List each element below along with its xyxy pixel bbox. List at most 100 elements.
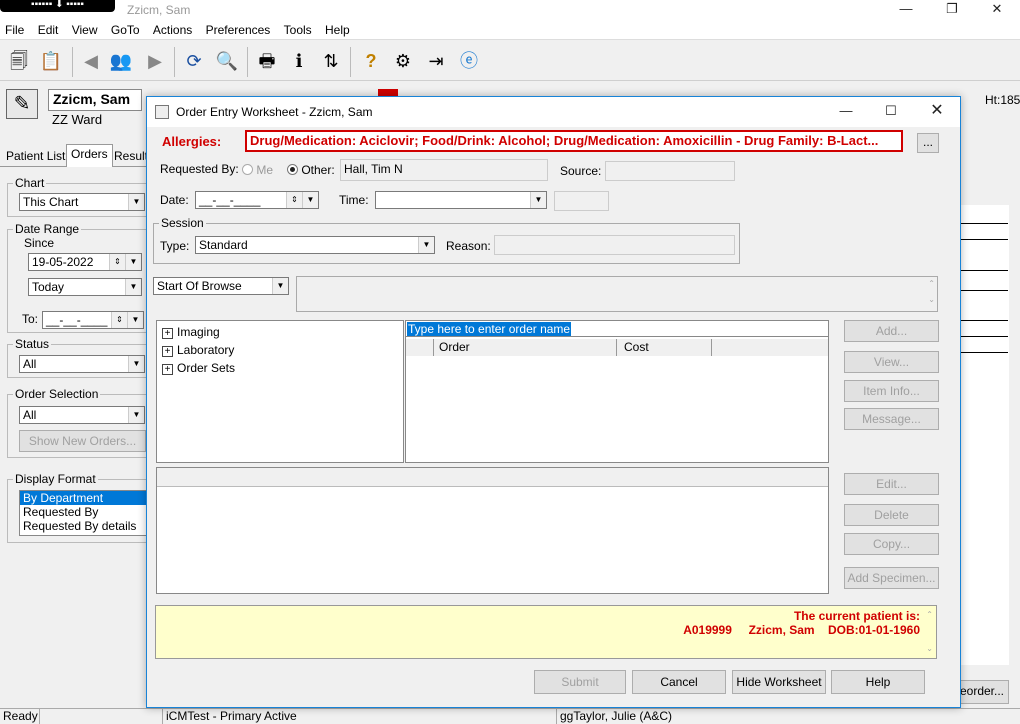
delete-button[interactable]: Delete <box>844 504 939 526</box>
print-icon[interactable]: 🖶 <box>254 49 280 75</box>
status-select[interactable]: All ▼ <box>19 355 145 373</box>
date-field[interactable]: __-__-____ ⇕ ▼ <box>195 191 319 209</box>
reorder-button[interactable]: eorder... <box>955 680 1009 704</box>
selected-orders-header <box>157 468 828 487</box>
patient-chart-icon[interactable]: 📋 <box>38 49 64 75</box>
add-specimen-button[interactable]: Add Specimen... <box>844 567 939 589</box>
scroll-up-icon[interactable]: ⌃ <box>926 610 933 619</box>
display-format-list[interactable]: By Department Requested By Requested By … <box>19 490 147 536</box>
column-header-blank <box>406 339 434 356</box>
radio-other[interactable]: Other: <box>287 163 335 177</box>
menu-goto[interactable]: GoTo <box>106 20 145 37</box>
chevron-down-icon: ▼ <box>125 279 141 295</box>
menu-preferences[interactable]: Preferences <box>201 20 276 37</box>
cancel-button[interactable]: Cancel <box>632 670 726 694</box>
menu-actions[interactable]: Actions <box>148 20 197 37</box>
back-arrow-icon[interactable]: ◀ <box>78 49 104 75</box>
period-select[interactable]: Today ▼ <box>28 278 142 296</box>
add-button[interactable]: Add... <box>844 320 939 342</box>
list-item[interactable]: By Department <box>20 491 146 505</box>
browse-select[interactable]: Start Of Browse ▼ <box>153 277 289 295</box>
search-icon[interactable]: 🔍 <box>214 49 240 75</box>
spin-icon[interactable]: ⇕ <box>111 312 127 328</box>
view-button[interactable]: View... <box>844 351 939 373</box>
since-date-field[interactable]: 19-05-2022 ⇕ ▼ <box>28 253 142 271</box>
status-empty <box>39 709 162 724</box>
refresh-icon[interactable]: ⟳ <box>181 49 207 75</box>
column-header-cost[interactable]: Cost <box>617 339 712 356</box>
tab-orders[interactable]: Orders <box>66 144 113 167</box>
exit-icon[interactable]: ⇥ <box>423 49 449 75</box>
tree-item-order-sets[interactable]: + Order Sets <box>162 361 235 375</box>
copy-button[interactable]: Copy... <box>844 533 939 555</box>
spin-icon[interactable]: ⇕ <box>286 192 302 208</box>
chevron-down-icon[interactable]: ▼ <box>127 312 143 328</box>
show-new-orders-button[interactable]: Show New Orders... <box>19 430 146 452</box>
chart-select[interactable]: This Chart ▼ <box>19 193 145 211</box>
order-search-input[interactable]: Type here to enter order name <box>407 322 572 336</box>
sort-icon[interactable]: ⇅ <box>318 49 344 75</box>
info-icon[interactable]: ℹ <box>286 49 312 75</box>
date-range-label: Date Range <box>13 222 82 236</box>
expand-icon[interactable]: + <box>162 364 173 375</box>
order-list-panel: Type here to enter order name Order Cost <box>405 320 829 463</box>
dialog-minimize-button[interactable]: — <box>823 102 869 122</box>
menu-help[interactable]: Help <box>320 20 355 37</box>
item-info-button[interactable]: Item Info... <box>844 380 939 402</box>
message-button[interactable]: Message... <box>844 408 939 430</box>
hide-worksheet-button[interactable]: Hide Worksheet <box>732 670 826 694</box>
date-label: Date: <box>160 193 189 207</box>
source-field <box>605 161 735 181</box>
list-item[interactable]: Requested By <box>20 505 146 519</box>
reason-field <box>494 235 735 255</box>
edit-button[interactable]: Edit... <box>844 473 939 495</box>
patient-list-icon[interactable]: 🗐 <box>6 49 32 75</box>
main-titlebar: ▪▪▪▪▪▪ ⬇ ▪▪▪▪▪ Zzicm, Sam — ❐ ✕ <box>0 0 1020 20</box>
submit-button[interactable]: Submit <box>534 670 626 694</box>
to-date-field[interactable]: __-__-____ ⇕ ▼ <box>42 311 144 329</box>
allergies-more-button[interactable]: ... <box>917 133 939 153</box>
tree-item-imaging[interactable]: + Imaging <box>162 325 220 339</box>
list-item[interactable]: Requested By details <box>20 519 146 533</box>
chevron-down-icon[interactable]: ▼ <box>302 192 318 208</box>
type-value: Standard <box>199 238 248 252</box>
help-icon[interactable]: ? <box>358 49 384 75</box>
people-icon[interactable]: 👥 <box>108 49 134 75</box>
restore-button[interactable]: ❐ <box>929 0 975 20</box>
column-header-order[interactable]: Order <box>434 339 617 356</box>
order-selection-select[interactable]: All ▼ <box>19 406 145 424</box>
category-tree: + Imaging + Laboratory + Order Sets <box>156 320 404 463</box>
forward-arrow-icon[interactable]: ▶ <box>142 49 168 75</box>
patient-note-icon[interactable]: ✎ <box>6 89 38 119</box>
tools-icon[interactable]: ⚙ <box>390 49 416 75</box>
chevron-down-icon: ▼ <box>128 356 144 372</box>
expand-icon[interactable]: + <box>162 346 173 357</box>
radio-me[interactable]: Me <box>242 163 273 177</box>
scroll-down-icon[interactable]: ⌄ <box>928 295 935 304</box>
background-grid <box>961 205 1009 665</box>
status-label: Status <box>13 337 52 351</box>
menu-tools[interactable]: Tools <box>279 20 317 37</box>
tab-patient-list[interactable]: Patient List <box>2 147 69 165</box>
allergies-label: Allergies: <box>162 134 222 149</box>
menu-file[interactable]: File <box>0 20 29 37</box>
chevron-down-icon: ▼ <box>128 194 144 210</box>
dialog-titlebar: Order Entry Worksheet - Zzicm, Sam — ☐ ✕ <box>147 97 960 127</box>
help-button[interactable]: Help <box>831 670 925 694</box>
browser-icon[interactable]: ⓔ <box>456 49 482 75</box>
close-button[interactable]: ✕ <box>974 0 1020 20</box>
type-select[interactable]: Standard ▼ <box>195 236 435 254</box>
scroll-down-icon[interactable]: ⌄ <box>926 644 933 653</box>
scroll-up-icon[interactable]: ⌃ <box>928 279 935 288</box>
minimize-button[interactable]: — <box>883 0 929 20</box>
expand-icon[interactable]: + <box>162 328 173 339</box>
menu-view[interactable]: View <box>67 20 103 37</box>
menu-edit[interactable]: Edit <box>33 20 64 37</box>
tree-item-laboratory[interactable]: + Laboratory <box>162 343 234 357</box>
chevron-down-icon[interactable]: ▼ <box>125 254 141 270</box>
dialog-maximize-button[interactable]: ☐ <box>868 102 914 122</box>
spin-icon[interactable]: ⇕ <box>109 254 125 270</box>
dialog-close-button[interactable]: ✕ <box>914 102 960 122</box>
requested-by-field[interactable]: Hall, Tim N <box>340 159 548 181</box>
time-select[interactable]: ▼ <box>375 191 547 209</box>
